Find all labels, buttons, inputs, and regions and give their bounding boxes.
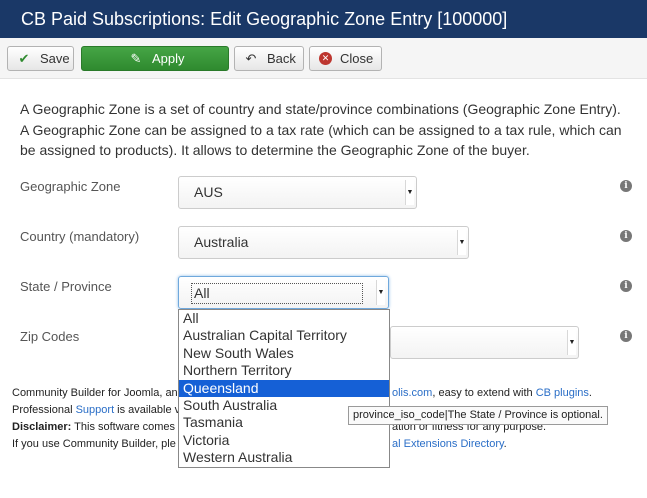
- dropdown-option[interactable]: All: [179, 310, 389, 327]
- window-title: CB Paid Subscriptions: Edit Geographic Z…: [0, 0, 647, 38]
- chevron-down-icon: ▼: [567, 330, 576, 355]
- footer-line-4-tail: al Extensions Directory.: [392, 438, 507, 450]
- toolbar: ✔ Save ✎ Apply ↶ Back ✕ Close: [0, 38, 647, 79]
- edit-icon: ✎: [130, 51, 142, 66]
- chevron-down-icon: ▼: [457, 230, 466, 255]
- apply-button-label: Apply: [152, 51, 185, 66]
- footer-line-2: Professional Support is available v: [12, 404, 180, 416]
- footer-link-plugins[interactable]: CB plugins: [536, 387, 589, 399]
- footer-text: .: [503, 438, 507, 450]
- close-circle-icon: ✕: [319, 52, 332, 65]
- footer-text: is available v: [114, 404, 181, 416]
- footer-link-site[interactable]: olis.com: [392, 387, 432, 399]
- country-select-value: Australia: [194, 234, 249, 250]
- country-label: Country (mandatory): [20, 229, 140, 244]
- footer-text: If you use Community Builder, ple: [12, 438, 176, 450]
- chevron-down-icon: ▼: [376, 280, 385, 305]
- apply-button[interactable]: ✎ Apply: [81, 46, 229, 71]
- country-select[interactable]: Australia ▼: [178, 226, 469, 259]
- footer-text: Professional: [12, 404, 76, 416]
- save-button[interactable]: ✔ Save: [7, 46, 74, 71]
- dropdown-option[interactable]: Western Australia: [179, 449, 389, 466]
- state-label: State / Province: [20, 279, 112, 294]
- zip-select[interactable]: ▼: [390, 326, 579, 359]
- zip-label: Zip Codes: [20, 329, 80, 344]
- close-button-label: Close: [340, 51, 374, 66]
- dropdown-option[interactable]: Victoria: [179, 432, 389, 449]
- footer-text: Community Builder for Joomla, an: [12, 387, 178, 399]
- state-select[interactable]: All ▼: [178, 276, 389, 309]
- zone-label: Geographic Zone: [20, 179, 121, 194]
- back-button-label: Back: [267, 51, 296, 66]
- undo-icon: ↶: [245, 51, 257, 66]
- info-icon[interactable]: i: [620, 330, 632, 342]
- dropdown-option[interactable]: Northern Territory: [179, 362, 389, 379]
- dropdown-option[interactable]: New South Wales: [179, 345, 389, 362]
- state-select-value: All: [191, 283, 363, 304]
- footer-link-jed[interactable]: al Extensions Directory: [392, 438, 504, 450]
- disclaimer-label: Disclaimer:: [12, 421, 72, 433]
- chevron-down-icon: ▼: [405, 180, 414, 205]
- close-button[interactable]: ✕ Close: [309, 46, 382, 71]
- state-tooltip: province_iso_code|The State / Province i…: [348, 406, 608, 425]
- info-icon[interactable]: i: [620, 230, 632, 242]
- footer-line-3: Disclaimer: This software comes: [12, 421, 175, 433]
- zone-select[interactable]: AUS ▼: [178, 176, 417, 209]
- info-icon[interactable]: i: [620, 280, 632, 292]
- footer-text: , easy to extend with: [432, 387, 536, 399]
- zone-select-value: AUS: [194, 184, 223, 200]
- intro-description: A Geographic Zone is a set of country an…: [20, 101, 622, 158]
- save-button-label: Save: [40, 51, 70, 66]
- footer-text: This software comes: [71, 421, 176, 433]
- footer-line-1: Community Builder for Joomla, an: [12, 387, 178, 399]
- check-icon: ✔: [18, 51, 30, 66]
- footer-line-4: If you use Community Builder, ple: [12, 438, 176, 450]
- footer-text: .: [588, 387, 592, 399]
- footer-line-1-tail: olis.com, easy to extend with CB plugins…: [392, 387, 592, 399]
- back-button[interactable]: ↶ Back: [234, 46, 304, 71]
- dropdown-option-highlighted[interactable]: Queensland: [179, 379, 389, 397]
- footer-link-support[interactable]: Support: [76, 404, 115, 416]
- dropdown-option[interactable]: Australian Capital Territory: [179, 327, 389, 344]
- state-dropdown-list[interactable]: All Australian Capital Territory New Sou…: [178, 309, 390, 468]
- info-icon[interactable]: i: [620, 180, 632, 192]
